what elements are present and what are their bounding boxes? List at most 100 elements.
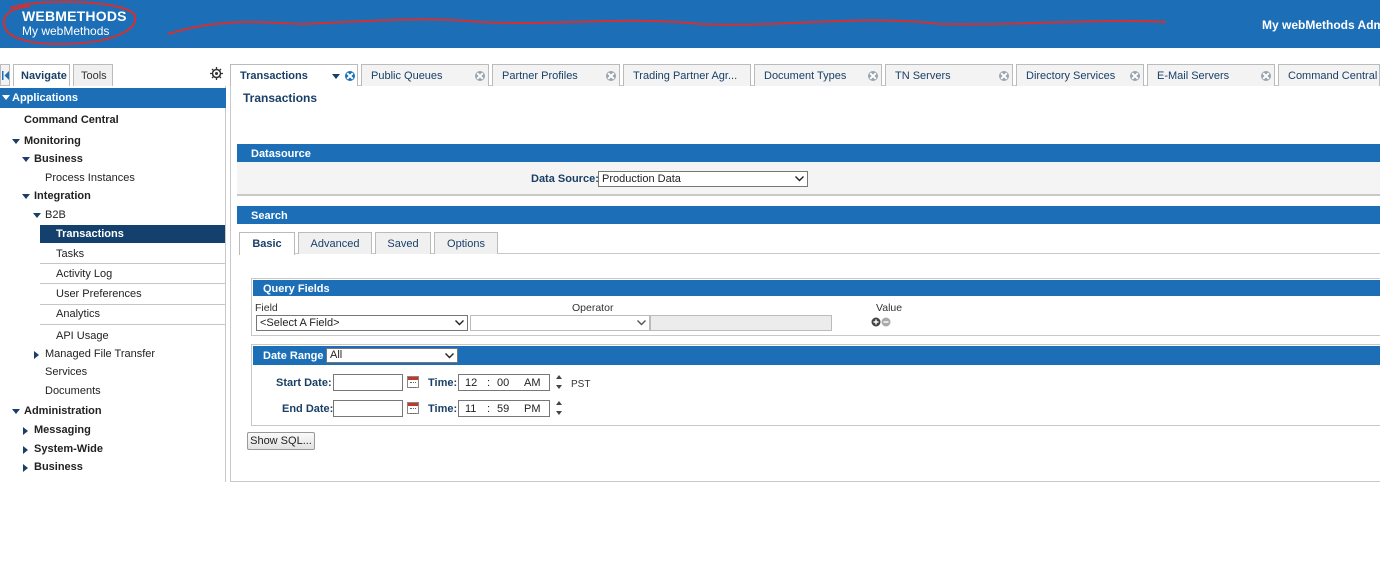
- end-date-label: End Date:: [282, 403, 334, 415]
- nav-transactions[interactable]: Transactions: [40, 225, 225, 243]
- applications-header[interactable]: Applications: [0, 88, 226, 108]
- search-header: Search: [237, 206, 1380, 224]
- close-tab-icon[interactable]: [999, 71, 1009, 81]
- nav-tab-strip: Navigate Tools: [0, 62, 226, 86]
- query-fields-panel: Query Fields Field Operator Value <Selec…: [251, 278, 1380, 336]
- end-hour[interactable]: 11: [465, 403, 476, 415]
- time-colon: :: [487, 377, 491, 389]
- date-range-select[interactable]: All: [326, 348, 458, 363]
- close-tab-icon[interactable]: [868, 71, 878, 81]
- field-column-header: Field: [255, 302, 278, 314]
- chevron-down-icon: [455, 320, 464, 326]
- chevron-down-icon: [445, 353, 454, 359]
- end-time-input[interactable]: 11 : 59 PM: [458, 400, 550, 417]
- close-tab-icon[interactable]: [475, 71, 485, 81]
- operator-select[interactable]: [470, 315, 650, 331]
- timezone-label: PST: [571, 379, 591, 390]
- tab-partner-profiles[interactable]: Partner Profiles: [492, 64, 620, 86]
- close-tab-icon[interactable]: [345, 71, 355, 81]
- start-minute[interactable]: 00: [497, 377, 509, 389]
- expand-down-icon[interactable]: [22, 194, 30, 200]
- nav-system-wide[interactable]: System-Wide: [23, 443, 103, 461]
- expand-down-icon[interactable]: [12, 409, 20, 415]
- datasource-panel: Data Source: Production Data: [237, 162, 1380, 196]
- expand-right-icon[interactable]: [23, 427, 29, 435]
- time-spinner-icon[interactable]: [556, 375, 562, 389]
- datasource-header: Datasource: [237, 144, 1380, 162]
- divider: [40, 304, 225, 305]
- close-tab-icon[interactable]: [606, 71, 616, 81]
- tab-dropdown-icon[interactable]: [332, 74, 340, 79]
- user-menu[interactable]: My webMethods Admin: [1262, 18, 1380, 32]
- time-spinner-icon[interactable]: [556, 401, 562, 415]
- close-tab-icon[interactable]: [1130, 71, 1140, 81]
- nav-integration[interactable]: Integration: [22, 190, 91, 208]
- tab-transactions[interactable]: Transactions: [230, 64, 358, 86]
- nav-admin-business[interactable]: Business: [23, 461, 83, 479]
- refresh-gear-icon[interactable]: [210, 67, 223, 80]
- add-field-icon[interactable]: [871, 317, 881, 327]
- content-tab-strip: Transactions Public Queues Partner Profi…: [230, 62, 1380, 86]
- calendar-icon[interactable]: [407, 376, 419, 388]
- query-fields-header: Query Fields: [253, 280, 1380, 296]
- start-hour[interactable]: 12: [465, 377, 477, 389]
- end-minute[interactable]: 59: [497, 403, 509, 415]
- start-time-input[interactable]: 12 : 00 AM: [458, 374, 550, 391]
- start-date-input[interactable]: [333, 374, 403, 391]
- nav-managed-file-transfer[interactable]: Managed File Transfer: [34, 348, 155, 366]
- close-tab-icon[interactable]: [1261, 71, 1271, 81]
- collapse-nav-button[interactable]: [0, 64, 10, 86]
- calendar-icon[interactable]: [407, 402, 419, 414]
- tab-saved[interactable]: Saved: [375, 232, 431, 254]
- brand-logo[interactable]: WEBMETHODS My webMethods: [22, 9, 127, 39]
- data-source-label: Data Source:: [531, 173, 599, 185]
- end-ampm[interactable]: PM: [524, 403, 541, 415]
- expand-down-icon[interactable]: [12, 139, 20, 145]
- nav-business[interactable]: Business: [22, 153, 83, 171]
- data-source-select[interactable]: Production Data: [598, 171, 808, 187]
- expand-down-icon[interactable]: [33, 213, 41, 219]
- operator-column-header: Operator: [572, 302, 614, 314]
- tab-trading-partner-agreements[interactable]: Trading Partner Agr...: [623, 64, 751, 86]
- nav-services[interactable]: Services: [45, 366, 87, 384]
- chevron-down-icon: [795, 176, 804, 182]
- brand-title: WEBMETHODS: [22, 8, 127, 24]
- remove-field-icon[interactable]: [881, 317, 891, 327]
- app-header: WEBMETHODS My webMethods My webMethods A…: [0, 0, 1380, 48]
- search-tab-strip: Basic Advanced Saved Options: [239, 232, 1380, 255]
- tab-navigate[interactable]: Navigate: [13, 64, 70, 86]
- time-colon: :: [487, 403, 491, 415]
- annotation-scribble: [2, 0, 1167, 46]
- tab-basic[interactable]: Basic: [239, 232, 295, 255]
- navigation-tree: Applications Command Central Monitoring …: [0, 86, 226, 482]
- tab-document-types[interactable]: Document Types: [754, 64, 882, 86]
- tab-directory-services[interactable]: Directory Services: [1016, 64, 1144, 86]
- nav-api-usage[interactable]: API Usage: [56, 330, 109, 348]
- value-input[interactable]: [650, 315, 832, 331]
- expand-right-icon[interactable]: [34, 351, 40, 359]
- show-sql-button[interactable]: Show SQL...: [247, 432, 315, 450]
- tab-public-queues[interactable]: Public Queues: [361, 64, 489, 86]
- tab-advanced[interactable]: Advanced: [298, 232, 372, 254]
- field-select[interactable]: <Select A Field>: [256, 315, 468, 331]
- nav-administration[interactable]: Administration: [12, 405, 102, 423]
- value-column-header: Value: [876, 302, 903, 314]
- expand-right-icon[interactable]: [23, 446, 29, 454]
- start-date-label: Start Date:: [276, 377, 332, 389]
- nav-command-central[interactable]: Command Central: [24, 114, 119, 132]
- tab-email-servers[interactable]: E-Mail Servers: [1147, 64, 1275, 86]
- divider: [40, 324, 225, 325]
- tab-options[interactable]: Options: [434, 232, 498, 254]
- nav-process-instances[interactable]: Process Instances: [45, 172, 135, 190]
- expand-right-icon[interactable]: [23, 464, 29, 472]
- tab-tools[interactable]: Tools: [73, 64, 113, 86]
- tab-command-central[interactable]: Command Central: [1278, 64, 1380, 86]
- start-ampm[interactable]: AM: [524, 377, 541, 389]
- expand-down-icon[interactable]: [22, 157, 30, 163]
- chevron-down-icon: [637, 320, 646, 326]
- end-date-input[interactable]: [333, 400, 403, 417]
- nav-messaging[interactable]: Messaging: [23, 424, 91, 442]
- tab-tn-servers[interactable]: TN Servers: [885, 64, 1013, 86]
- nav-documents[interactable]: Documents: [45, 385, 101, 403]
- nav-monitoring[interactable]: Monitoring: [12, 135, 81, 153]
